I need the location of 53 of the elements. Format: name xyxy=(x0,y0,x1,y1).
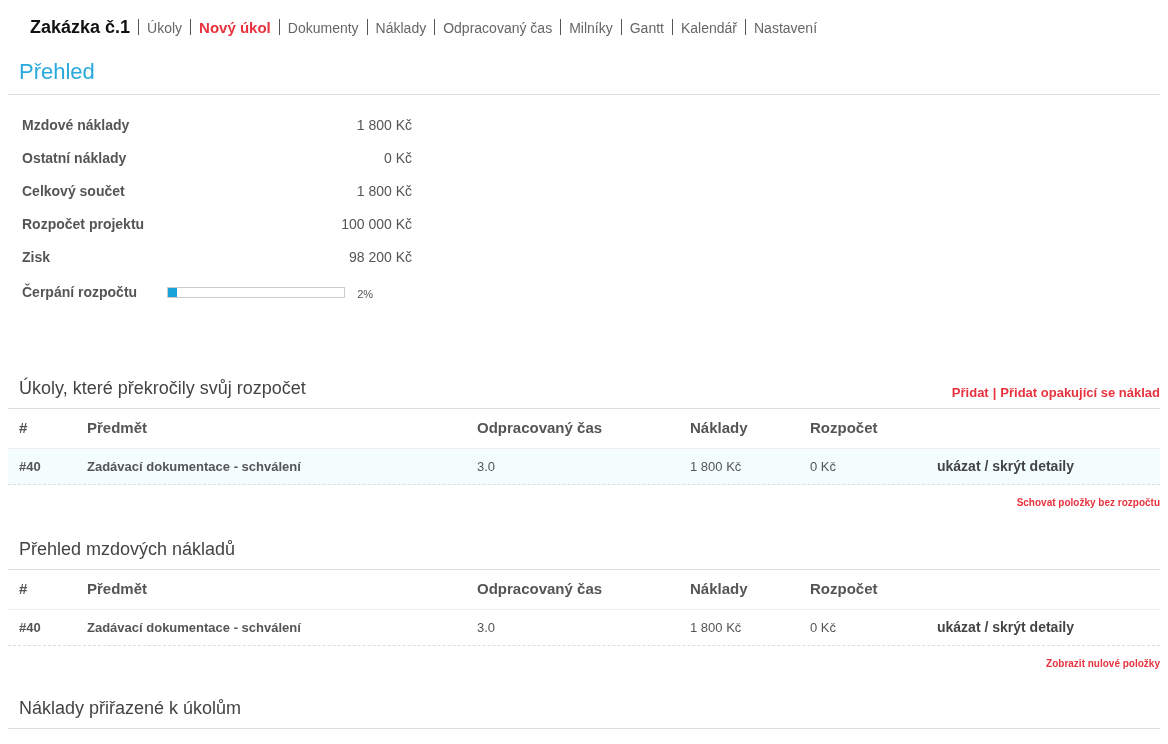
progress-label: Čerpání rozpočtu xyxy=(22,282,138,302)
summary-value: 100 000 Kč xyxy=(341,215,412,234)
action-link[interactable]: Přidat xyxy=(951,384,989,400)
summary-label: Ostatní náklady xyxy=(22,149,127,168)
column-header: Náklady xyxy=(690,418,749,439)
table-cell-text: 1 800 Kč xyxy=(690,618,743,637)
column-header: Odpracovaný čas xyxy=(477,418,604,439)
progress-reading: 2% xyxy=(357,287,374,303)
table-cell-text: 0 Kč xyxy=(810,618,837,637)
nav-link[interactable]: Milníky xyxy=(569,18,613,39)
footer-link[interactable]: Zobrazit nulové položky xyxy=(1046,656,1160,671)
column-header: # xyxy=(19,579,29,600)
nav-link[interactable]: Nastavení xyxy=(754,18,818,39)
summary-value: 98 200 Kč xyxy=(348,248,412,267)
table-cell-text: #40 xyxy=(19,457,42,476)
separator-text: | xyxy=(992,384,997,400)
table-cell-text: 0 Kč xyxy=(810,457,837,476)
table-cell-text: #40 xyxy=(19,618,42,637)
summary-value: 1 800 Kč xyxy=(356,182,412,201)
summary-label: Zisk xyxy=(22,248,50,267)
table-cell-text: 3.0 xyxy=(477,618,497,637)
summary-value: 0 Kč xyxy=(384,149,412,168)
page-title: Přehled xyxy=(19,58,96,86)
nav-link[interactable]: Odpracovaný čas xyxy=(443,18,553,39)
column-header: Předmět xyxy=(87,418,149,439)
nav-link[interactable]: Náklady xyxy=(375,18,427,39)
table-cell-text: Zadávací dokumentace - schválení xyxy=(87,457,302,476)
column-header: Rozpočet xyxy=(810,579,879,600)
section-title: Úkoly, které překročily svůj rozpočet xyxy=(19,376,306,400)
details-toggle-link[interactable]: ukázat / skrýt detaily xyxy=(937,619,1074,635)
nav-link[interactable]: Úkoly xyxy=(147,18,183,39)
table-cell-text: 1 800 Kč xyxy=(690,457,743,476)
nav-link[interactable]: Kalendář xyxy=(680,18,737,39)
details-toggle-link[interactable]: ukázat / skrýt detaily xyxy=(937,458,1074,474)
column-header: Odpracovaný čas xyxy=(477,579,604,600)
footer-link[interactable]: Schovat položky bez rozpočtu xyxy=(1016,495,1160,510)
nav-link[interactable]: Gantt xyxy=(629,18,664,39)
column-header: # xyxy=(19,418,29,439)
summary-label: Celkový součet xyxy=(22,182,125,201)
table-cell-text: Zadávací dokumentace - schválení xyxy=(87,618,302,637)
column-header: Rozpočet xyxy=(810,418,879,439)
summary-label: Rozpočet projektu xyxy=(22,215,145,234)
section-title: Přehled mzdových nákladů xyxy=(19,538,236,561)
nav-link[interactable]: Nový úkol xyxy=(199,17,271,40)
summary-value: 1 800 Kč xyxy=(356,116,412,135)
project-title: Zakázka č.1 xyxy=(30,16,131,39)
column-header: Náklady xyxy=(690,579,749,600)
section-title: Náklady přiřazené k úkolům xyxy=(19,697,242,720)
action-link[interactable]: Přidat opakující se náklad xyxy=(1000,384,1160,400)
column-header: Předmět xyxy=(87,579,149,600)
nav-link[interactable]: Dokumenty xyxy=(287,18,359,39)
table-cell-text: 3.0 xyxy=(477,457,497,476)
summary-label: Mzdové náklady xyxy=(22,116,130,135)
